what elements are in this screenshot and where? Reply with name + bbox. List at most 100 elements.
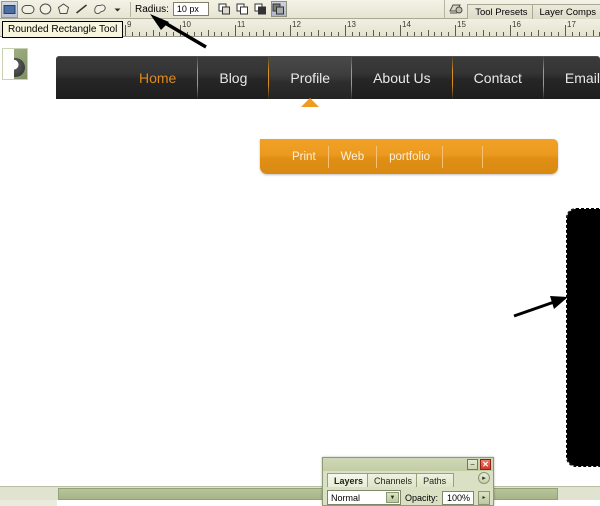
line-tool-icon[interactable]	[73, 1, 90, 18]
options-bar-right: Tool Presets Layer Comps	[444, 0, 600, 19]
document-canvas[interactable]	[0, 38, 600, 473]
tab-layer-comps[interactable]: Layer Comps	[531, 3, 600, 19]
horizontal-scrollbar[interactable]	[0, 486, 600, 500]
ruler-major-tick	[565, 25, 566, 36]
tool-tooltip: Rounded Rectangle Tool	[2, 21, 124, 38]
ruler-tick	[386, 32, 387, 36]
ruler-tick	[311, 32, 312, 36]
ruler-tick	[297, 32, 298, 36]
website-submenu: Print Web portfolio	[260, 139, 558, 174]
layers-palette-titlebar[interactable]: − ✕	[323, 458, 493, 471]
ruler-major-tick	[455, 25, 456, 36]
radius-label: Radius:	[135, 3, 169, 15]
nav-items: Home Blog Profile About Us Contact Email	[118, 56, 600, 107]
shape-options-chevron-down-icon[interactable]	[109, 1, 126, 18]
ruler-tick	[338, 32, 339, 36]
ruler-tick	[441, 32, 442, 36]
ruler-mid-tick	[317, 30, 319, 36]
ruler-major-tick	[235, 25, 236, 36]
nav-item-contact[interactable]: Contact	[452, 56, 544, 99]
opacity-input[interactable]: 100%	[442, 490, 475, 505]
nav-item-profile[interactable]: Profile	[269, 56, 353, 107]
ruler-tick	[283, 32, 284, 36]
ruler-tick	[331, 32, 332, 36]
layers-blend-row: Normal ▼ Opacity: 100% ▸	[323, 487, 493, 505]
tab-tool-presets[interactable]: Tool Presets	[467, 3, 535, 19]
ruler-mid-tick	[372, 30, 374, 36]
ruler-major-tick	[125, 25, 126, 36]
chevron-down-icon[interactable]: ▼	[386, 492, 399, 503]
ruler-mid-tick	[592, 30, 594, 36]
custom-shape-tool-icon[interactable]	[91, 1, 108, 18]
close-button[interactable]: ✕	[480, 459, 491, 470]
ruler-major-tick	[400, 25, 401, 36]
layers-palette: − ✕ Layers Channels Paths ▸ Normal ▼ Opa…	[322, 457, 494, 506]
ruler-tick	[242, 32, 243, 36]
submenu-item-print[interactable]: Print	[280, 145, 329, 168]
submenu-item-web[interactable]: Web	[329, 145, 378, 168]
rounded-rectangle-tool-icon[interactable]	[19, 1, 36, 18]
ruler-tick	[173, 32, 174, 36]
ruler-label: 17	[567, 20, 576, 29]
tab-layers[interactable]: Layers	[327, 473, 372, 487]
exclude-overlapping-shape-areas-icon[interactable]	[270, 1, 287, 17]
ruler-label: 13	[347, 20, 356, 29]
ruler-tick	[414, 32, 415, 36]
shape-tool-group	[0, 0, 126, 18]
nav-label: Email	[564, 69, 600, 86]
ellipse-tool-icon[interactable]	[37, 1, 54, 18]
polygon-tool-icon[interactable]	[55, 1, 72, 18]
ruler-tick	[201, 32, 202, 36]
submenu-item-portfolio[interactable]: portfolio	[377, 145, 444, 168]
ruler-tick	[489, 32, 490, 36]
rectangle-tool-icon[interactable]	[1, 0, 18, 18]
nav-item-about-us[interactable]: About Us	[352, 56, 453, 99]
ruler-tick	[359, 32, 360, 36]
blend-mode-select[interactable]: Normal ▼	[327, 490, 401, 505]
ruler-tick	[393, 32, 394, 36]
ruler-tick	[324, 32, 325, 36]
palette-well-icon[interactable]	[444, 0, 467, 19]
ruler-tick	[572, 32, 573, 36]
ruler-tick	[304, 32, 305, 36]
opacity-chevron-icon[interactable]: ▸	[478, 490, 491, 505]
ruler-tick	[228, 32, 229, 36]
intersect-shape-areas-icon[interactable]	[253, 1, 269, 17]
nav-item-email[interactable]: Email	[544, 56, 600, 99]
add-to-shape-area-icon[interactable]	[217, 1, 233, 17]
ruler-tick	[524, 32, 525, 36]
nav-item-home[interactable]: Home	[118, 56, 199, 99]
ruler-tick	[558, 32, 559, 36]
ruler-tick	[139, 32, 140, 36]
ruler-tick	[496, 32, 497, 36]
minimize-button[interactable]: −	[467, 459, 478, 470]
ruler-tick	[256, 32, 257, 36]
ruler-tick	[379, 32, 380, 36]
blend-mode-value: Normal	[331, 492, 361, 503]
options-bar: Radius: 10 px Tool Presets Layer Comps	[0, 0, 600, 19]
tab-paths[interactable]: Paths	[416, 473, 455, 487]
nav-label: Profile	[290, 69, 331, 86]
ruler-tick	[166, 32, 167, 36]
ruler-label: 16	[512, 20, 521, 29]
ruler-tick	[579, 32, 580, 36]
ruler-mid-tick	[482, 30, 484, 36]
palette-menu-icon[interactable]: ▸	[478, 472, 490, 484]
layers-palette-tabs: Layers Channels Paths ▸	[323, 471, 493, 487]
submenu-items: Print Web portfolio	[280, 139, 484, 174]
ruler-tick	[476, 32, 477, 36]
ruler-tick	[531, 32, 532, 36]
tab-channels[interactable]: Channels	[367, 473, 421, 487]
nav-item-blog[interactable]: Blog	[198, 56, 270, 99]
submenu-caret-up-icon	[301, 98, 320, 107]
ruler-tick	[214, 32, 215, 36]
subtract-from-shape-area-icon[interactable]	[235, 1, 251, 17]
ruler-tick	[269, 32, 270, 36]
marching-ants-selection	[566, 208, 600, 467]
nav-label: Contact	[473, 69, 522, 86]
ruler-tick	[249, 32, 250, 36]
ruler-tick	[221, 32, 222, 36]
ruler-label: 12	[292, 20, 301, 29]
ruler-label: 10	[182, 20, 191, 29]
radius-input[interactable]: 10 px	[172, 2, 209, 16]
